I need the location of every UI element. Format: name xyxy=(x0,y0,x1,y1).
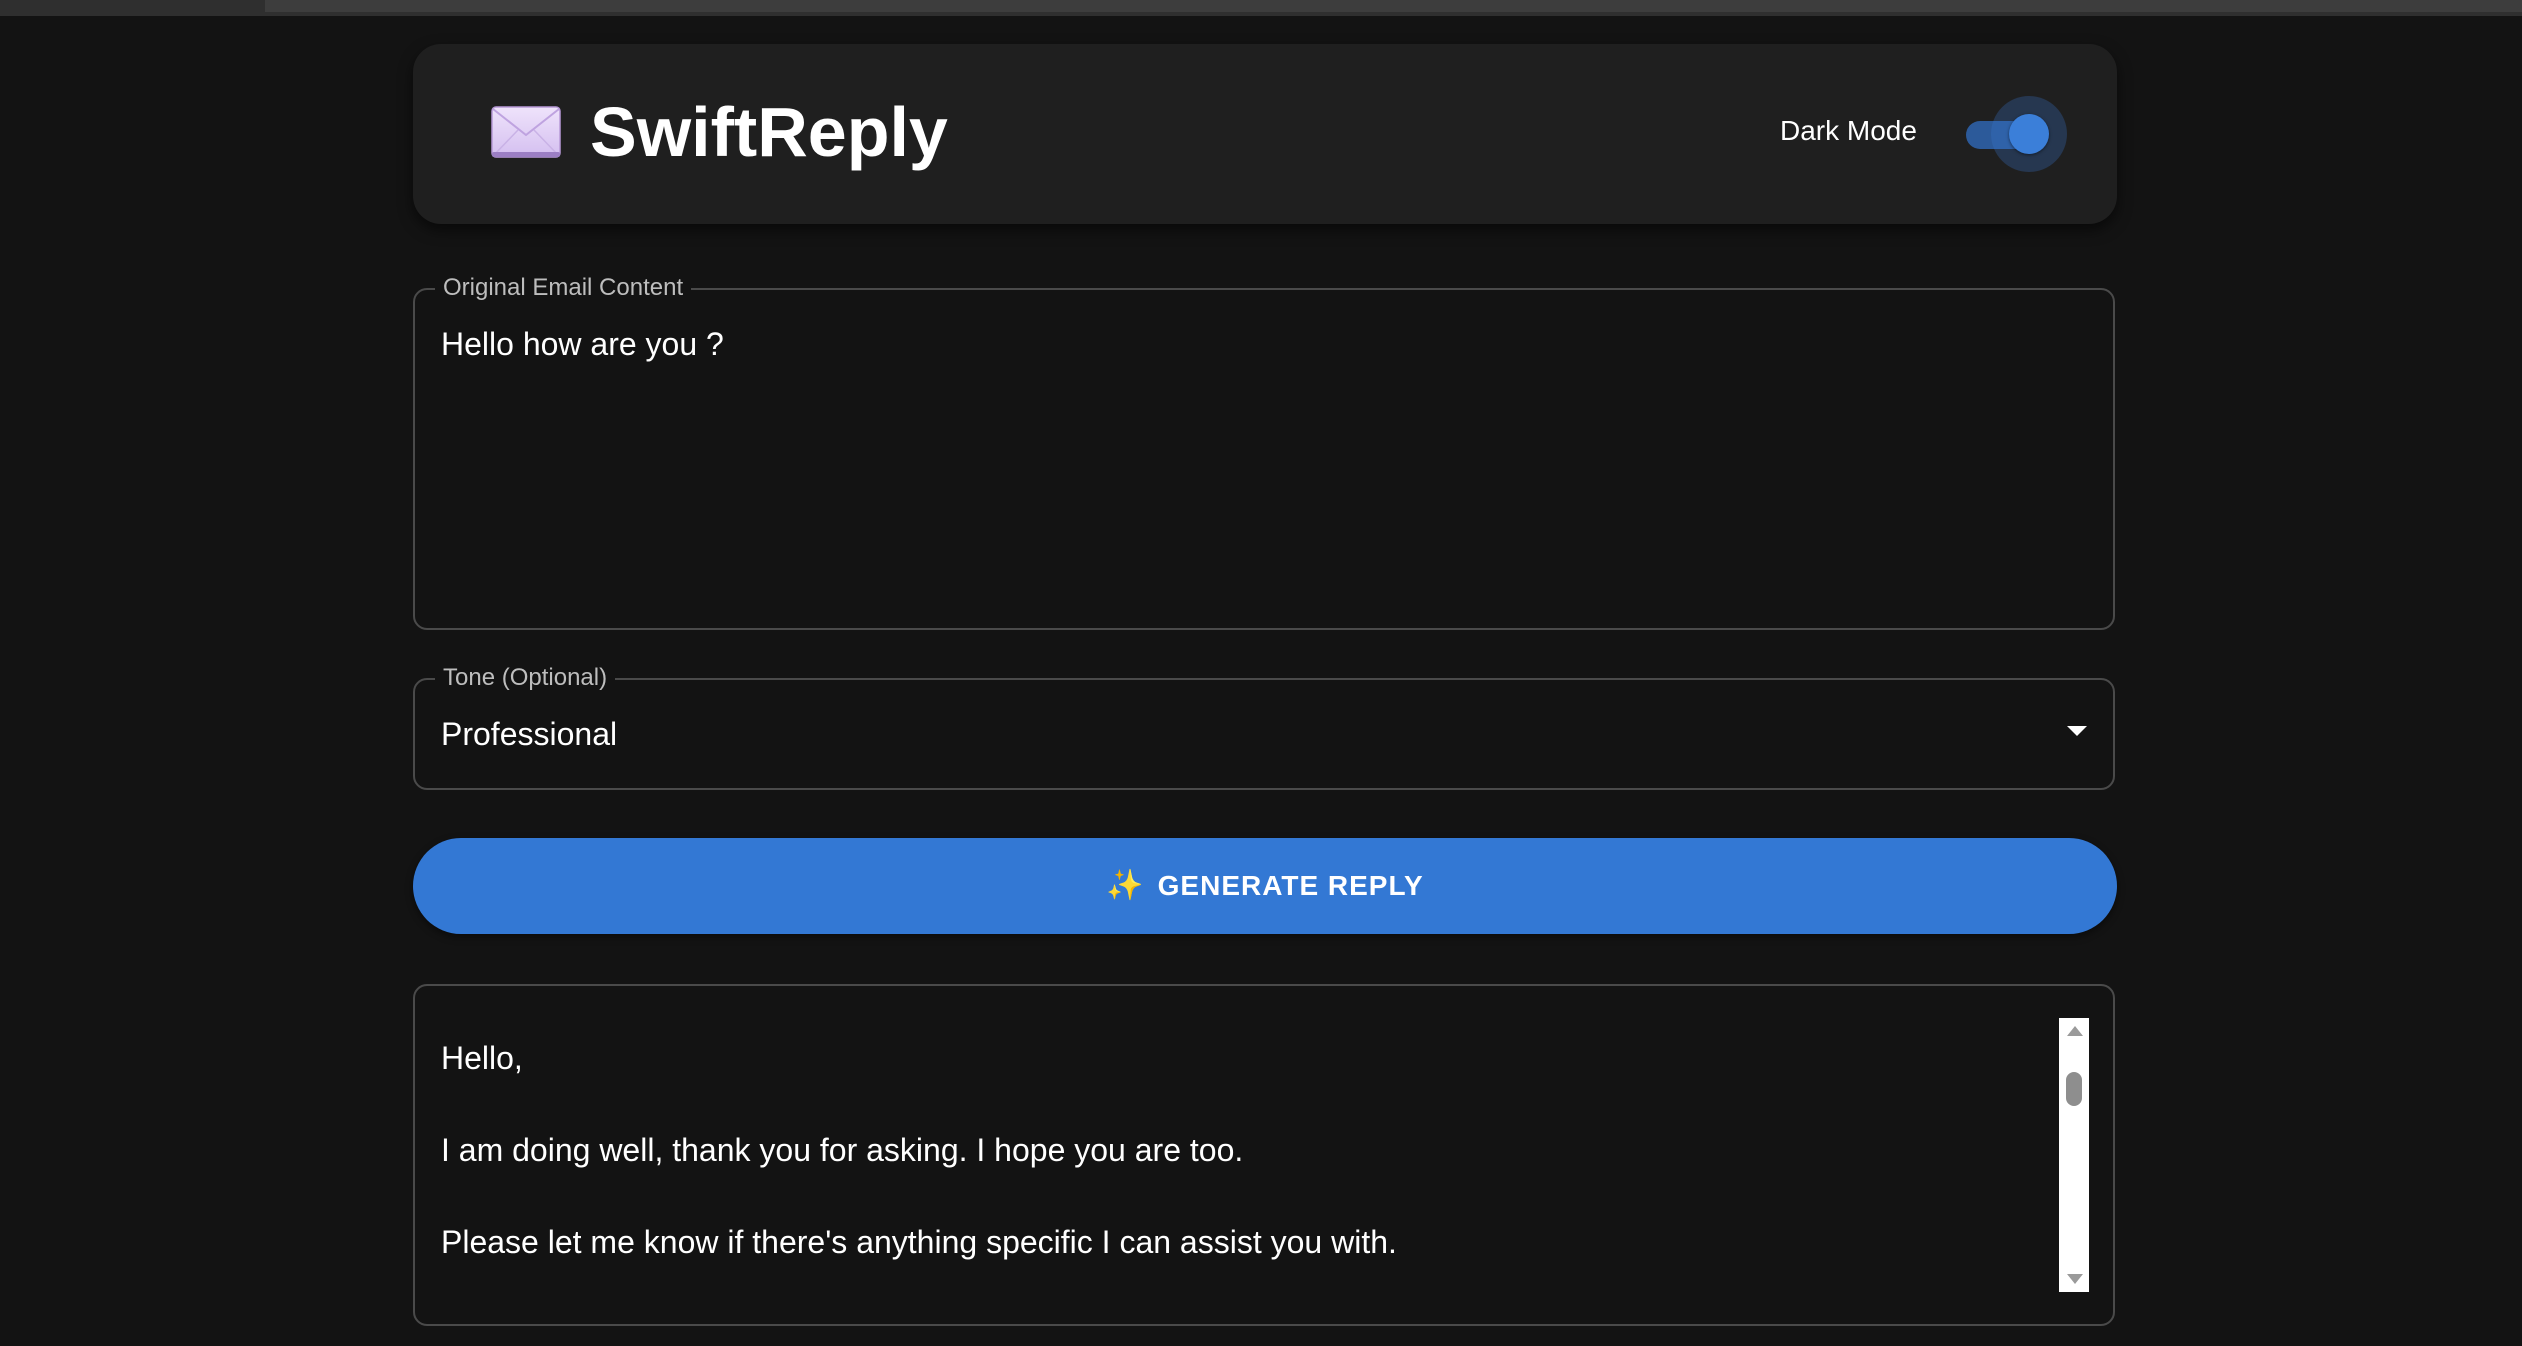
generated-reply-text[interactable]: Hello, I am doing well, thank you for as… xyxy=(441,1038,2041,1314)
reply-line: Please let me know if there's anything s… xyxy=(441,1224,1397,1260)
tone-select-label: Tone (Optional) xyxy=(435,664,616,692)
original-email-field[interactable]: Original Email Content Hello how are you… xyxy=(413,274,2115,630)
scroll-up-arrow-icon[interactable] xyxy=(2067,1026,2083,1036)
tone-selected-value[interactable]: Professional xyxy=(441,714,617,754)
generated-reply-output[interactable]: Hello, I am doing well, thank you for as… xyxy=(413,984,2115,1326)
original-email-textarea[interactable]: Hello how are you ? xyxy=(441,324,2081,364)
browser-top-strip xyxy=(0,0,2522,16)
scrollbar-thumb[interactable] xyxy=(2066,1072,2082,1106)
sparkles-icon: ✨ xyxy=(1106,869,1144,902)
tone-select[interactable]: Tone (Optional) Professional xyxy=(413,664,2115,790)
original-email-label: Original Email Content xyxy=(435,274,692,302)
app-header: SwiftReply Dark Mode xyxy=(413,44,2117,224)
reply-line: Hello, xyxy=(441,1040,523,1076)
dark-mode-label: Dark Mode xyxy=(1780,115,1917,146)
reply-line: I am doing well, thank you for asking. I… xyxy=(441,1132,1244,1168)
generate-reply-button[interactable]: ✨ GENERATE REPLY xyxy=(413,838,2117,934)
generate-reply-button-content: ✨ GENERATE REPLY xyxy=(413,838,2117,934)
browser-top-strip-inner xyxy=(265,0,2522,12)
dark-mode-toggle[interactable] xyxy=(1956,96,2067,174)
reply-scrollbar[interactable] xyxy=(2059,1018,2089,1292)
generate-reply-label: GENERATE REPLY xyxy=(1157,870,1424,901)
envelope-icon xyxy=(491,106,561,158)
app-title: SwiftReply xyxy=(590,93,948,171)
toggle-knob[interactable] xyxy=(2009,114,2049,154)
dropdown-arrow-icon[interactable] xyxy=(2067,726,2087,736)
scroll-down-arrow-icon[interactable] xyxy=(2067,1274,2083,1284)
